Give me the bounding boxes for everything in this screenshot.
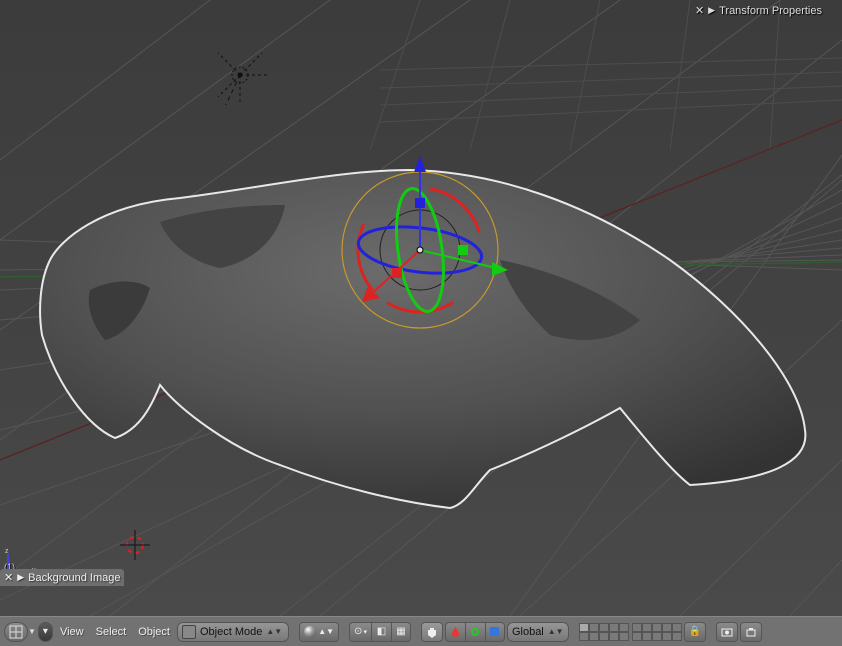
pivot-individual[interactable]: ◧	[371, 622, 391, 642]
shading-dropdown[interactable]: ▲▼	[299, 622, 339, 642]
layer-buttons[interactable]	[579, 623, 682, 641]
expand-icon[interactable]: ▶	[708, 5, 715, 16]
manipulator-mode-buttons	[445, 622, 505, 642]
layer-lock-button[interactable]: 🔒	[684, 622, 706, 642]
editor-type-button[interactable]	[4, 622, 28, 642]
manip-scale[interactable]	[485, 622, 505, 642]
mode-label: Object Mode	[200, 626, 262, 638]
camera-icon	[745, 626, 757, 638]
menu-select[interactable]: Select	[91, 626, 132, 638]
transform-manipulator[interactable]	[320, 150, 520, 350]
panel-background-image[interactable]: ✕ ▶ Background Image	[0, 569, 124, 586]
pivot-buttons: ⊙▾ ◧ ▦	[349, 622, 411, 642]
panel-title: Transform Properties	[719, 5, 822, 17]
svg-text:z: z	[5, 548, 9, 555]
render-icon	[721, 626, 733, 638]
close-icon[interactable]: ✕	[695, 4, 704, 17]
viewport-header: ▼ ▾ View Select Object Object Mode ▲▼ ▲▼…	[0, 616, 842, 646]
collapse-menus-button[interactable]: ▾	[38, 622, 53, 642]
manip-translate[interactable]	[445, 622, 465, 642]
sphere-icon	[304, 626, 316, 638]
chevron-down-icon[interactable]: ▼	[28, 627, 36, 636]
chevron-updown-icon: ▲▼	[548, 627, 564, 636]
expand-icon[interactable]: ▶	[17, 572, 24, 583]
viewport-3d[interactable]: z y x (1) ✕ ▶ Transform Properties ✕ ▶ B…	[0, 0, 842, 616]
object-mode-icon	[182, 625, 196, 639]
lock-camera-button[interactable]	[740, 622, 762, 642]
mode-dropdown[interactable]: Object Mode ▲▼	[177, 622, 289, 642]
pivot-dropdown[interactable]: ⊙▾	[349, 622, 371, 642]
close-icon[interactable]: ✕	[4, 571, 13, 584]
cursor-3d	[120, 530, 150, 560]
manipulator-toggle[interactable]	[421, 622, 443, 642]
chevron-updown-icon: ▲▼	[266, 627, 282, 636]
square-icon	[490, 627, 499, 636]
pivot-median[interactable]: ▦	[391, 622, 411, 642]
panel-title: Background Image	[28, 572, 120, 584]
orientation-dropdown[interactable]: Global ▲▼	[507, 622, 569, 642]
menu-object[interactable]: Object	[133, 626, 175, 638]
menu-view[interactable]: View	[55, 626, 89, 638]
triangle-icon	[450, 627, 460, 637]
manip-rotate[interactable]	[465, 622, 485, 642]
lamp-object[interactable]	[210, 45, 270, 105]
hand-icon	[426, 626, 438, 638]
orientation-label: Global	[512, 626, 544, 638]
panel-transform-properties[interactable]: ✕ ▶ Transform Properties	[695, 4, 822, 17]
render-preview-button[interactable]	[716, 622, 738, 642]
circle-icon	[471, 628, 479, 636]
